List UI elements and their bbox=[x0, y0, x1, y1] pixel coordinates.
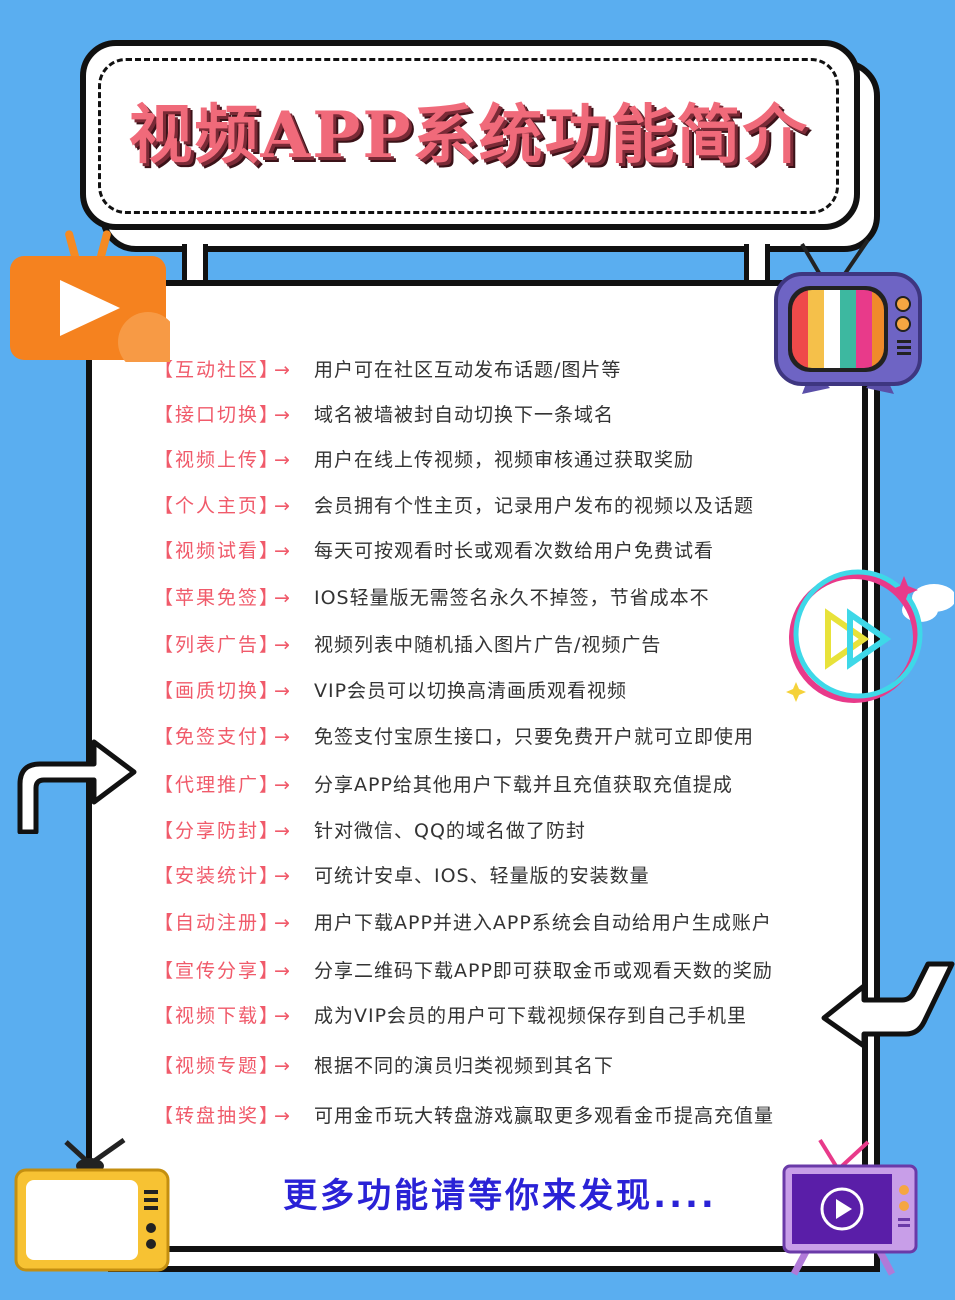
feature-desc: 分享APP给其他用户下载并且充值获取充值提成 bbox=[314, 774, 733, 796]
arrow-icon: → bbox=[274, 449, 290, 471]
feature-desc: 用户下载APP并进入APP系统会自动给用户生成账户 bbox=[314, 912, 772, 934]
list-item: 【接口切换】→ 域名被墙被封自动切换下一条域名 bbox=[154, 400, 614, 430]
feature-tag: 【视频下载】 bbox=[154, 1005, 281, 1027]
feature-tag: 【个人主页】 bbox=[154, 495, 281, 517]
feature-tag: 【视频专题】 bbox=[154, 1055, 281, 1077]
list-item: 【苹果免签】→ IOS轻量版无需签名永久不掉签，节省成本不 bbox=[154, 583, 710, 613]
arrow-icon: → bbox=[274, 1055, 290, 1077]
tv-blank-icon bbox=[14, 1138, 170, 1272]
arrow-icon: → bbox=[274, 726, 290, 748]
play-circle-icon bbox=[786, 569, 954, 703]
feature-desc: 免签支付宝原生接口，只要免费开户就可立即使用 bbox=[314, 726, 755, 748]
list-item: 【列表广告】→ 视频列表中随机插入图片广告/视频广告 bbox=[154, 630, 661, 660]
arrow-icon: → bbox=[274, 634, 290, 656]
bend-arrow-icon bbox=[17, 739, 137, 834]
list-item: 【自动注册】→ 用户下载APP并进入APP系统会自动给用户生成账户 bbox=[154, 908, 772, 938]
arrow-icon: → bbox=[274, 774, 290, 796]
list-item: 【安装统计】→ 可统计安卓、IOS、轻量版的安装数量 bbox=[154, 861, 650, 891]
feature-tag: 【免签支付】 bbox=[154, 726, 281, 748]
list-item: 【视频上传】→ 用户在线上传视频，视频审核通过获取奖励 bbox=[154, 445, 694, 475]
feature-desc: 根据不同的演员归类视频到其名下 bbox=[314, 1055, 615, 1077]
arrow-icon: → bbox=[274, 587, 290, 609]
list-item: 【视频下载】→ 成为VIP会员的用户可下载视频保存到自己手机里 bbox=[154, 1001, 747, 1031]
list-item: 【画质切换】→ VIP会员可以切换高清画质观看视频 bbox=[154, 676, 627, 706]
arrow-icon: → bbox=[274, 912, 290, 934]
feature-tag: 【接口切换】 bbox=[154, 404, 281, 426]
list-item: 【分享防封】→ 针对微信、QQ的域名做了防封 bbox=[154, 816, 586, 846]
arrow-icon: → bbox=[274, 359, 290, 381]
arrow-icon: → bbox=[274, 495, 290, 517]
feature-desc: 可用金币玩大转盘游戏赢取更多观看金币提高充值量 bbox=[314, 1105, 775, 1127]
feature-desc: 视频列表中随机插入图片广告/视频广告 bbox=[314, 634, 662, 656]
tv-video-icon bbox=[758, 1138, 918, 1276]
list-item: 【转盘抽奖】→ 可用金币玩大转盘游戏赢取更多观看金币提高充值量 bbox=[154, 1101, 774, 1131]
feature-desc: IOS轻量版无需签名永久不掉签，节省成本不 bbox=[314, 587, 710, 609]
feature-desc: 每天可按观看时长或观看次数给用户免费试看 bbox=[314, 540, 715, 562]
feature-desc: 用户在线上传视频，视频审核通过获取奖励 bbox=[314, 449, 695, 471]
feature-tag: 【苹果免签】 bbox=[154, 587, 281, 609]
arrow-icon: → bbox=[274, 960, 290, 982]
list-item: 【视频试看】→ 每天可按观看时长或观看次数给用户免费试看 bbox=[154, 536, 714, 566]
feature-desc: 成为VIP会员的用户可下载视频保存到自己手机里 bbox=[314, 1005, 748, 1027]
list-item: 【代理推广】→ 分享APP给其他用户下载并且充值获取充值提成 bbox=[154, 770, 733, 800]
sign-post-left bbox=[182, 244, 208, 282]
feature-desc: 分享二维码下载APP即可获取金币或观看天数的奖励 bbox=[314, 960, 773, 982]
feature-desc: VIP会员可以切换高清画质观看视频 bbox=[314, 680, 628, 702]
feature-tag: 【视频试看】 bbox=[154, 540, 281, 562]
sign-post-right bbox=[744, 244, 770, 282]
list-item: 【互动社区】→ 用户可在社区互动发布话题/图片等 bbox=[154, 355, 621, 385]
feature-tag: 【列表广告】 bbox=[154, 634, 281, 656]
feature-desc: 会员拥有个性主页，记录用户发布的视频以及话题 bbox=[314, 495, 755, 517]
feature-tag: 【分享防封】 bbox=[154, 820, 281, 842]
feature-tag: 【转盘抽奖】 bbox=[154, 1105, 281, 1127]
feature-desc: 可统计安卓、IOS、轻量版的安装数量 bbox=[314, 865, 650, 887]
feature-tag: 【视频上传】 bbox=[154, 449, 281, 471]
arrow-icon: → bbox=[274, 404, 290, 426]
feature-tag: 【互动社区】 bbox=[154, 359, 281, 381]
arrow-icon: → bbox=[274, 865, 290, 887]
list-item: 【个人主页】→ 会员拥有个性主页，记录用户发布的视频以及话题 bbox=[154, 491, 754, 521]
arrow-icon: → bbox=[274, 680, 290, 702]
arrow-icon: → bbox=[274, 820, 290, 842]
feature-desc: 域名被墙被封自动切换下一条域名 bbox=[314, 404, 615, 426]
return-arrow-icon bbox=[821, 961, 955, 1048]
arrow-icon: → bbox=[274, 540, 290, 562]
feature-tag: 【安装统计】 bbox=[154, 865, 281, 887]
feature-tag: 【宣传分享】 bbox=[154, 960, 281, 982]
feature-tag: 【自动注册】 bbox=[154, 912, 281, 934]
arrow-icon: → bbox=[274, 1005, 290, 1027]
list-item: 【宣传分享】→ 分享二维码下载APP即可获取金币或观看天数的奖励 bbox=[154, 956, 773, 986]
feature-desc: 针对微信、QQ的域名做了防封 bbox=[314, 820, 586, 842]
feature-desc: 用户可在社区互动发布话题/图片等 bbox=[314, 359, 622, 381]
tv-color-bars-icon bbox=[774, 238, 922, 394]
list-item: 【视频专题】→ 根据不同的演员归类视频到其名下 bbox=[154, 1051, 614, 1081]
feature-tag: 【画质切换】 bbox=[154, 680, 281, 702]
page-title: 视频APP系统功能简介 bbox=[128, 98, 809, 173]
play-badge-icon bbox=[10, 230, 170, 362]
arrow-icon: → bbox=[274, 1105, 290, 1127]
list-item: 【免签支付】→ 免签支付宝原生接口，只要免费开户就可立即使用 bbox=[154, 722, 754, 752]
feature-tag: 【代理推广】 bbox=[154, 774, 281, 796]
